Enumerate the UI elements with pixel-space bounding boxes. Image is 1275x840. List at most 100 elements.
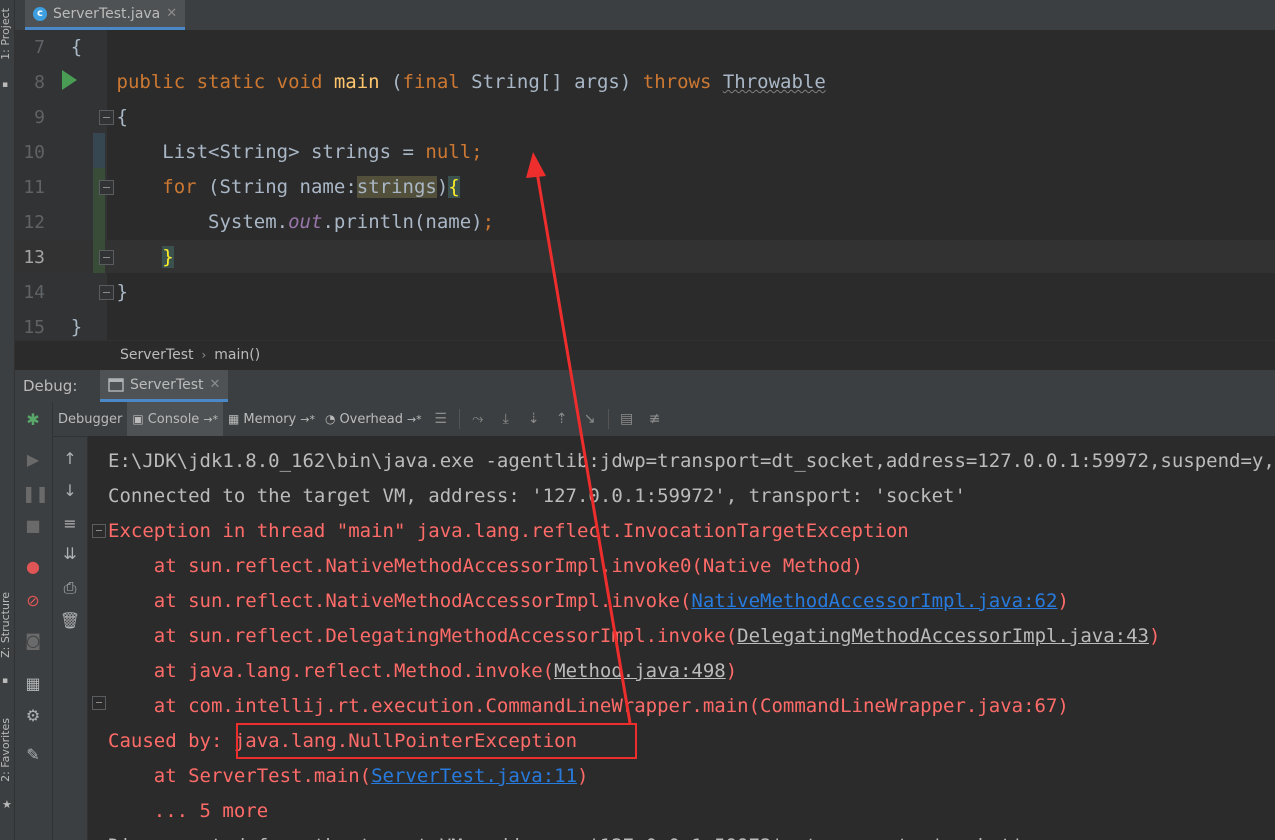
fold-marker-icon[interactable] xyxy=(99,110,114,125)
view-breakpoints-icon[interactable]: ● xyxy=(22,557,44,576)
fold-marker-icon[interactable] xyxy=(99,285,114,300)
settings-gear-icon[interactable]: ⚙ xyxy=(22,706,44,725)
debug-session-tab[interactable]: ServerTest ✕ xyxy=(100,370,229,402)
code-token: out xyxy=(288,211,323,233)
console-line[interactable]: Connected to the target VM, address: '12… xyxy=(108,479,966,514)
console-line[interactable]: at ServerTest.main(ServerTest.java:11) xyxy=(108,759,589,794)
trace-icon[interactable]: ≢ xyxy=(641,411,669,427)
annotation-highlight-box xyxy=(236,723,637,759)
editor-tab-servertest[interactable]: c ServerTest.java ✕ xyxy=(25,0,186,30)
pin-icon[interactable]: ✎ xyxy=(22,745,44,764)
memory-icon: ▦ xyxy=(228,412,240,426)
menu-icon[interactable]: ☰ xyxy=(427,411,455,427)
tab-label-overhead: Overhead xyxy=(339,411,403,427)
console-text: at sun.reflect.NativeMethodAccessorImpl.… xyxy=(108,555,863,577)
stacktrace-link[interactable]: DelegatingMethodAccessorImpl.java:43 xyxy=(737,625,1149,647)
code-line[interactable]: System.out.println(name); xyxy=(25,205,494,240)
fold-marker-icon[interactable] xyxy=(99,180,114,195)
arrow-up-icon[interactable]: ↑ xyxy=(59,449,81,468)
fold-marker-icon[interactable] xyxy=(99,250,114,265)
console-text: ) xyxy=(725,660,738,682)
breadcrumb-method[interactable]: main() xyxy=(214,347,260,363)
run-to-cursor-icon[interactable]: ↘ xyxy=(576,411,604,427)
bug-icon: ✱ xyxy=(26,410,40,429)
camera-icon[interactable]: ◙ xyxy=(22,631,44,650)
mute-breakpoints-icon[interactable]: ⊘ xyxy=(22,591,44,610)
arrow-down-icon[interactable]: ↓ xyxy=(59,481,81,500)
console-window-icon xyxy=(108,377,124,392)
restore-layout-icon[interactable]: →* xyxy=(407,413,422,426)
step-into-icon[interactable]: ⇣ xyxy=(520,411,548,427)
code-token: ) xyxy=(436,176,449,198)
stop-icon[interactable]: ■ xyxy=(22,516,44,535)
overhead-gauge-icon: ◔ xyxy=(324,412,336,426)
tab-console[interactable]: ▣ Console →* xyxy=(127,402,224,436)
console-line[interactable]: at java.lang.reflect.Method.invoke(Metho… xyxy=(108,654,737,689)
soft-wrap-icon[interactable]: ≡ xyxy=(59,514,81,533)
console-line[interactable]: E:\JDK\jdk1.8.0_162\bin\java.exe -agentl… xyxy=(108,444,1275,479)
console-line[interactable]: at com.intellij.rt.execution.CommandLine… xyxy=(108,689,1069,724)
console-line[interactable]: Disconnected from the target VM, address… xyxy=(108,829,1023,840)
console-output[interactable]: E:\JDK\jdk1.8.0_162\bin\java.exe -agentl… xyxy=(88,436,1275,840)
fold-marker-icon[interactable] xyxy=(92,524,106,538)
code-line[interactable]: { xyxy=(25,30,82,65)
rerun-icon[interactable]: ▶ xyxy=(22,450,44,469)
stacktrace-link[interactable]: Method.java:498 xyxy=(554,660,726,682)
fold-marker-icon[interactable] xyxy=(92,696,106,710)
evaluate-expression-icon[interactable]: ▤ xyxy=(613,411,641,427)
console-actions-strip: ↑ ↓ ≡ ⇊ ⎙ 🗑 xyxy=(53,436,88,840)
trash-icon[interactable]: 🗑 xyxy=(59,611,81,630)
show-execution-point-icon[interactable]: ⤳ xyxy=(464,411,492,427)
console-line[interactable]: Exception in thread "main" java.lang.ref… xyxy=(108,514,909,549)
code-line[interactable]: for (String name:strings){ xyxy=(25,170,460,205)
close-session-icon[interactable]: ✕ xyxy=(209,377,220,392)
editor-tab-bar: c ServerTest.java ✕ xyxy=(15,0,1275,31)
code-token: { xyxy=(448,176,460,198)
step-over-icon[interactable]: ⤓ xyxy=(492,411,520,427)
console-text: at com.intellij.rt.execution.CommandLine… xyxy=(108,695,1069,717)
step-out-icon[interactable]: ⇡ xyxy=(548,411,576,427)
code-token: strings xyxy=(356,176,437,198)
layout-icon[interactable]: ▦ xyxy=(22,674,44,693)
code-line[interactable]: List<String> strings = null; xyxy=(25,135,482,170)
code-token: final xyxy=(402,71,472,93)
console-line[interactable]: at sun.reflect.NativeMethodAccessorImpl.… xyxy=(108,584,1069,619)
tab-memory[interactable]: ▦ Memory →* xyxy=(223,402,320,436)
restore-layout-icon[interactable]: →* xyxy=(203,413,218,426)
restore-layout-icon[interactable]: →* xyxy=(300,413,315,426)
tab-label-console: Console xyxy=(147,411,200,427)
code-token: System. xyxy=(25,211,289,233)
console-text: ) xyxy=(577,765,589,787)
code-token: main xyxy=(333,71,380,93)
debugger-toolbar: Debugger ▣ Console →* ▦ Memory →* ◔ Over… xyxy=(53,402,1275,437)
project-tool-button[interactable]: 1: Project xyxy=(0,8,12,60)
tab-overhead[interactable]: ◔ Overhead →* xyxy=(320,402,427,436)
stacktrace-link[interactable]: NativeMethodAccessorImpl.java:62 xyxy=(691,590,1057,612)
close-tab-icon[interactable]: ✕ xyxy=(166,6,177,21)
tab-label-memory: Memory xyxy=(243,411,297,427)
code-token: (String name: xyxy=(208,176,357,198)
code-token: } xyxy=(162,246,174,268)
tab-debugger[interactable]: Debugger xyxy=(53,402,127,436)
console-line[interactable]: ... 5 more xyxy=(108,794,268,829)
debug-tool-window-header: Debug: ServerTest ✕ xyxy=(15,370,1275,403)
console-line[interactable]: at sun.reflect.NativeMethodAccessorImpl.… xyxy=(108,549,863,584)
code-token: .println(name) xyxy=(322,211,483,233)
structure-tool-button[interactable]: Z: Structure xyxy=(0,592,12,658)
console-text: ) xyxy=(1057,590,1069,612)
breadcrumb-class[interactable]: ServerTest xyxy=(120,347,193,363)
toolbar-separator xyxy=(607,409,609,429)
print-icon[interactable]: ⎙ xyxy=(59,578,81,598)
stacktrace-link[interactable]: ServerTest.java:11 xyxy=(371,765,577,787)
project-folder-icon: ▪ xyxy=(2,80,9,90)
favorites-tool-button[interactable]: 2: Favorites xyxy=(0,718,12,782)
code-token: public static void xyxy=(116,71,334,93)
code-line[interactable]: public static void main (final String[] … xyxy=(25,65,826,100)
code-token: ; xyxy=(482,211,495,233)
scroll-to-end-icon[interactable]: ⇊ xyxy=(59,544,81,563)
console-line[interactable]: at sun.reflect.DelegatingMethodAccessorI… xyxy=(108,619,1161,654)
resume-icon[interactable]: ❚❚ xyxy=(22,484,49,503)
